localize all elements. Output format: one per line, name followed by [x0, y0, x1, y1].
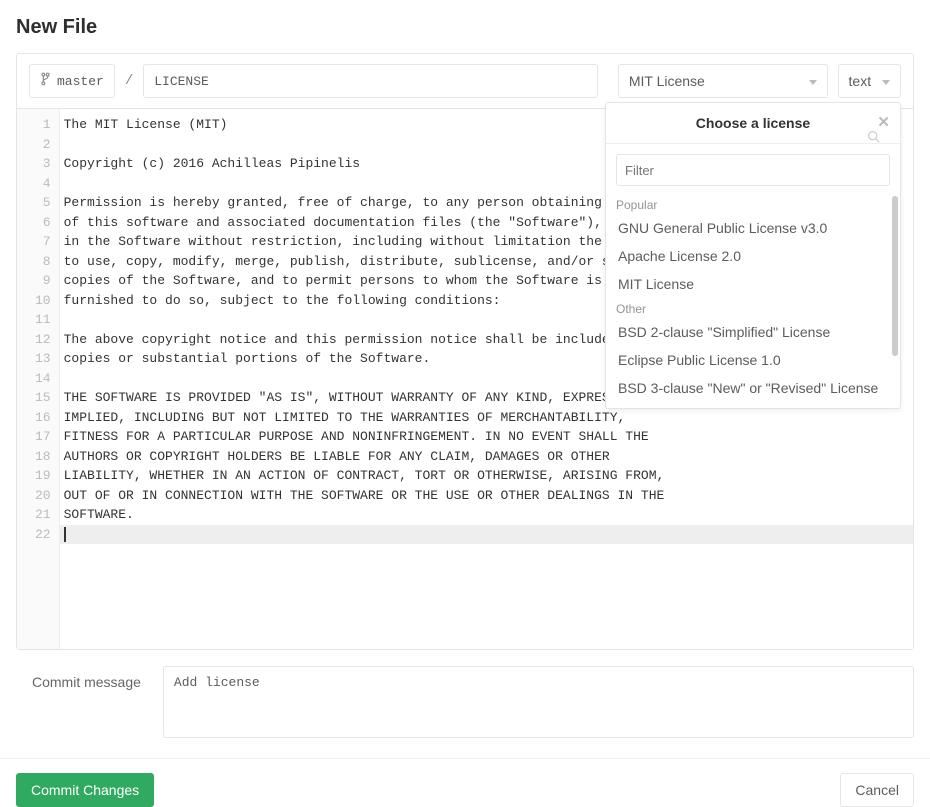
license-option[interactable]: MIT License: [606, 270, 900, 298]
line-number: 13: [35, 349, 51, 369]
line-number: 21: [35, 505, 51, 525]
line-number: 22: [35, 525, 51, 545]
line-number: 8: [35, 252, 51, 272]
license-option[interactable]: GNU General Public License v3.0: [606, 214, 900, 242]
scrollbar-thumb[interactable]: [892, 196, 898, 356]
code-line[interactable]: SOFTWARE.: [60, 505, 913, 525]
license-dropdown-header: Choose a license ✕: [606, 103, 900, 144]
line-number: 3: [35, 154, 51, 174]
line-number: 16: [35, 408, 51, 428]
syntax-select[interactable]: text: [838, 64, 901, 98]
line-number: 4: [35, 174, 51, 194]
code-line[interactable]: AUTHORS OR COPYRIGHT HOLDERS BE LIABLE F…: [60, 447, 913, 467]
line-number: 10: [35, 291, 51, 311]
line-number: 2: [35, 135, 51, 155]
branch-name: master: [57, 74, 104, 89]
license-option[interactable]: BSD 3-clause "New" or "Revised" License: [606, 374, 900, 402]
line-number: 12: [35, 330, 51, 350]
filename-input[interactable]: [143, 64, 598, 98]
line-number: 5: [35, 193, 51, 213]
commit-changes-button[interactable]: Commit Changes: [16, 773, 154, 807]
license-option[interactable]: Eclipse Public License 1.0: [606, 346, 900, 374]
license-option[interactable]: Apache License 2.0: [606, 242, 900, 270]
chevron-down-icon: [809, 73, 817, 89]
code-line[interactable]: [60, 525, 913, 545]
commit-message-row: Commit message: [16, 650, 914, 758]
branch-icon: [40, 72, 51, 90]
branch-select[interactable]: master: [29, 64, 115, 98]
chevron-down-icon: [882, 73, 890, 89]
license-selected-label: MIT License: [629, 73, 705, 89]
line-number: 9: [35, 271, 51, 291]
license-dropdown-list: PopularGNU General Public License v3.0Ap…: [606, 192, 900, 408]
line-number: 19: [35, 466, 51, 486]
line-number: 18: [35, 447, 51, 467]
line-number: 6: [35, 213, 51, 233]
line-number: 11: [35, 310, 51, 330]
file-editor: master / MIT License text Choose a licen…: [16, 53, 914, 650]
line-number: 7: [35, 232, 51, 252]
line-number: 15: [35, 388, 51, 408]
cancel-button[interactable]: Cancel: [840, 773, 914, 807]
code-line[interactable]: OUT OF OR IN CONNECTION WITH THE SOFTWAR…: [60, 486, 913, 506]
code-line[interactable]: FITNESS FOR A PARTICULAR PURPOSE AND NON…: [60, 427, 913, 447]
license-template-select[interactable]: MIT License: [618, 64, 828, 98]
page-title: New File: [16, 16, 914, 39]
license-section-header: Popular: [606, 194, 900, 214]
close-icon[interactable]: ✕: [877, 113, 890, 131]
license-dropdown: Choose a license ✕ PopularGNU General Pu…: [605, 102, 901, 409]
line-number: 1: [35, 115, 51, 135]
code-line[interactable]: LIABILITY, WHETHER IN AN ACTION OF CONTR…: [60, 466, 913, 486]
license-option[interactable]: BSD 2-clause "Simplified" License: [606, 318, 900, 346]
search-icon: [867, 130, 880, 146]
line-number: 20: [35, 486, 51, 506]
license-dropdown-title: Choose a license: [696, 115, 810, 131]
line-number: 17: [35, 427, 51, 447]
commit-message-label: Commit message: [32, 666, 141, 738]
license-filter-input[interactable]: [616, 154, 890, 186]
path-separator: /: [125, 73, 133, 89]
line-number: 14: [35, 369, 51, 389]
code-line[interactable]: IMPLIED, INCLUDING BUT NOT LIMITED TO TH…: [60, 408, 913, 428]
file-header: master / MIT License text Choose a licen…: [17, 54, 913, 109]
line-number-gutter: 12345678910111213141516171819202122: [17, 109, 60, 649]
license-section-header: Other: [606, 298, 900, 318]
syntax-selected-label: text: [849, 73, 872, 89]
commit-message-input[interactable]: [163, 666, 914, 738]
action-bar: Commit Changes Cancel: [16, 759, 914, 807]
